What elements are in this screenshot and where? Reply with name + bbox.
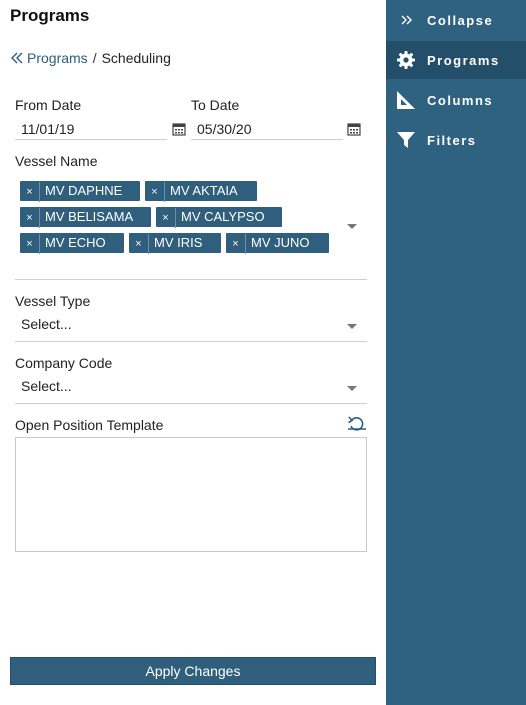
sidebar-item-label: Programs xyxy=(427,53,500,68)
from-date-input[interactable] xyxy=(15,118,167,140)
vessel-chip-label: MV DAPHNE xyxy=(45,183,123,198)
vessel-type-select[interactable]: Select... xyxy=(15,314,367,342)
remove-chip-icon[interactable]: × xyxy=(129,234,149,254)
page-title: Programs xyxy=(10,6,90,25)
vessel-chip-label: MV JUNO xyxy=(251,235,310,250)
vessel-chip: × MV IRIS xyxy=(129,233,221,254)
vessel-type-label: Vessel Type xyxy=(15,293,91,309)
double-chevron-right-icon xyxy=(401,15,412,25)
chevron-down-icon[interactable] xyxy=(347,224,357,229)
sidebar-item-filters[interactable]: Filters xyxy=(386,121,526,159)
vessel-chip: × MV DAPHNE xyxy=(20,181,140,202)
sidebar-item-label: Columns xyxy=(427,93,494,108)
remove-chip-icon[interactable]: × xyxy=(20,234,40,254)
to-date-input[interactable] xyxy=(191,118,343,140)
sidebar-item-programs[interactable]: Programs xyxy=(386,41,526,79)
calendar-icon[interactable] xyxy=(347,122,361,136)
sidebar-item-label: Collapse xyxy=(427,13,494,28)
vessel-chip: × MV BELISAMA xyxy=(20,207,151,228)
vessel-chip: × MV CALYPSO xyxy=(156,207,282,228)
company-code-value: Select... xyxy=(21,378,72,394)
calendar-icon[interactable] xyxy=(172,122,186,136)
remove-chip-icon[interactable]: × xyxy=(226,234,246,254)
chevron-down-icon[interactable] xyxy=(347,324,357,329)
open-position-template-textarea[interactable] xyxy=(15,437,367,552)
vessel-chip: × MV ECHO xyxy=(20,233,124,254)
breadcrumb-separator: / xyxy=(92,50,97,66)
apply-changes-button[interactable]: Apply Changes xyxy=(10,657,376,685)
sidebar: Collapse Programs Columns Filters xyxy=(386,0,526,705)
to-date-label: To Date xyxy=(191,97,240,113)
funnel-icon xyxy=(397,132,415,148)
vessel-name-multiselect[interactable]: × MV DAPHNE × MV AKTAIA × MV BELISAMA × MV C… xyxy=(15,176,367,280)
sidebar-item-label: Filters xyxy=(427,133,477,148)
set-square-icon xyxy=(397,91,415,109)
breadcrumb: Programs / Scheduling xyxy=(10,50,171,66)
undo-icon[interactable] xyxy=(347,415,367,433)
remove-chip-icon[interactable]: × xyxy=(20,208,40,228)
vessel-chip: × MV AKTAIA xyxy=(145,181,257,202)
sidebar-item-columns[interactable]: Columns xyxy=(386,81,526,119)
vessel-chip-label: MV IRIS xyxy=(154,235,203,250)
vessel-name-label: Vessel Name xyxy=(15,153,98,169)
company-code-select[interactable]: Select... xyxy=(15,376,367,404)
remove-chip-icon[interactable]: × xyxy=(156,208,176,228)
breadcrumb-link-programs[interactable]: Programs xyxy=(27,50,88,66)
vessel-chip-label: MV AKTAIA xyxy=(170,183,238,198)
chevron-down-icon[interactable] xyxy=(347,386,357,391)
vessel-type-value: Select... xyxy=(21,316,72,332)
vessel-chip-label: MV CALYPSO xyxy=(181,209,265,224)
vessel-chip-label: MV ECHO xyxy=(45,235,106,250)
vessel-chip-label: MV BELISAMA xyxy=(45,209,134,224)
gear-icon xyxy=(397,51,415,69)
remove-chip-icon[interactable]: × xyxy=(20,182,40,202)
company-code-label: Company Code xyxy=(15,355,113,371)
remove-chip-icon[interactable]: × xyxy=(145,182,165,202)
filter-panel: Programs Programs / Scheduling From Date… xyxy=(0,0,386,705)
sidebar-item-collapse[interactable]: Collapse xyxy=(386,1,526,39)
double-chevron-left-icon[interactable] xyxy=(10,51,26,65)
open-position-template-label: Open Position Template xyxy=(15,417,164,433)
vessel-chip: × MV JUNO xyxy=(226,233,329,254)
from-date-label: From Date xyxy=(15,97,82,113)
breadcrumb-current: Scheduling xyxy=(101,50,171,66)
